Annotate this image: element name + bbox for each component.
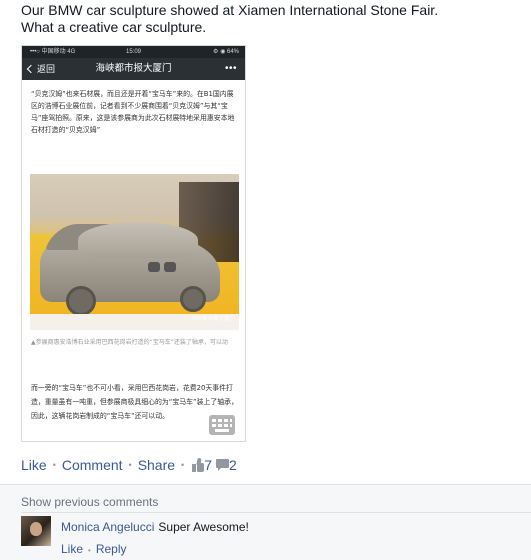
comment-item: Monica Angelucci Super Awesome! [61,520,249,534]
avatar[interactable] [21,516,51,546]
comment-like-link[interactable]: Like [61,542,83,556]
nav-title: 海峡都市报大厦门 [95,63,172,74]
post-actions: Like • Comment • Share • 7 2 [21,456,237,474]
like-count[interactable]: 7 [204,457,212,473]
comment-link[interactable]: Comment [62,457,123,473]
separator-dot: • [181,459,185,470]
battery-label: ⚙ ◉ 64% [213,49,239,55]
show-previous-comments-link[interactable]: Show previous comments [21,495,158,509]
article-body: “贝克汉姆”也来石材展，而且还是开着“宝马车”来的。在B1国内展区的浩博石业展位… [22,80,245,168]
post-text-line-2: What a creative car sculpture. [21,19,207,35]
comment-count[interactable]: 2 [229,457,237,473]
separator-dot: • [52,459,56,470]
comment-text: Super Awesome! [158,520,249,534]
separator-dot: • [88,546,91,555]
comment-bubble-icon[interactable] [216,459,229,472]
post-text-line-1: Our BMW car sculpture showed at Xiamen I… [21,2,439,18]
thumbs-up-icon[interactable] [192,457,205,473]
car-sculpture-photo: 海峡都市报大厦门 [30,174,239,330]
clock-label: 15:09 [125,49,141,55]
photo-watermark: 海峡都市报大厦门 [190,316,235,322]
like-link[interactable]: Like [21,457,47,473]
attached-photo[interactable]: •••○ 中国移动 4G 15:09 ⚙ ◉ 64% 返回 海峡都市报大厦门 •… [21,45,246,442]
article-paragraph-1: “贝克汉姆”也来石材展，而且还是开着“宝马车”来的。在B1国内展区的浩博石业展位… [31,90,235,134]
comment-author-link[interactable]: Monica Angelucci [61,520,154,534]
comments-divider [21,512,531,513]
comment-actions: Like • Reply [61,542,127,558]
wechat-nav-bar: 返回 海峡都市报大厦门 ••• [22,58,245,80]
more-icon: ••• [224,63,237,74]
separator-dot: • [128,459,132,470]
keyboard-icon [209,415,235,435]
comment-reply-link[interactable]: Reply [96,542,127,556]
phone-status-bar: •••○ 中国移动 4G 15:09 ⚙ ◉ 64% [22,46,245,58]
share-link[interactable]: Share [138,457,175,473]
post-message: Our BMW car sculpture showed at Xiamen I… [21,2,438,36]
comments-section: Show previous comments Monica Angelucci S… [0,484,531,560]
photo-caption: ▲参展商惠安浩博石业采用巴西花岗岩打造的“宝马车”还装了轴承，可以动 [31,339,228,346]
